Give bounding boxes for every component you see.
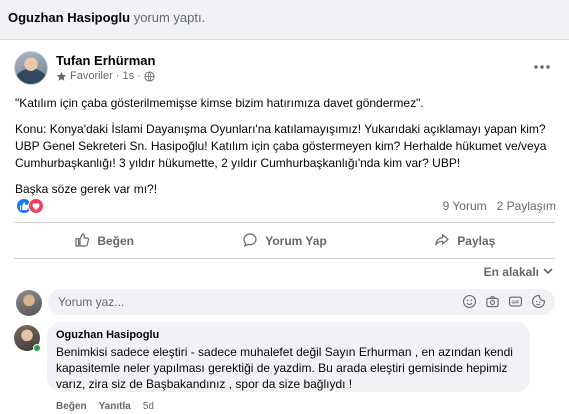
comment-like-link[interactable]: Beğen xyxy=(56,401,87,412)
post-card: Tufan Erhürman Favoriler · 1s · "Katılım… xyxy=(0,39,569,414)
post-actions: Beğen Yorum Yap Paylaş xyxy=(14,226,555,256)
share-label: Paylaş xyxy=(457,234,496,248)
comment-input[interactable] xyxy=(58,289,438,315)
like-label: Beğen xyxy=(97,234,134,248)
post-body: "Katılım için çaba gösterilmemişse kimse… xyxy=(15,95,560,207)
meta-separator: · xyxy=(137,70,141,82)
thumbs-up-icon xyxy=(74,232,90,251)
more-options-button[interactable] xyxy=(530,55,554,75)
more-horizontal-icon xyxy=(534,56,550,74)
comment-text: Benimkisi sadece eleştiri - sadece muhal… xyxy=(56,345,513,391)
emoji-icon[interactable] xyxy=(461,293,478,310)
reaction-summary[interactable] xyxy=(16,198,44,214)
post-paragraph: Başka söze gerek var mı?! xyxy=(15,182,158,196)
sort-label: En alakalı xyxy=(483,265,539,279)
star-icon xyxy=(56,71,67,82)
sticker-icon[interactable] xyxy=(530,293,547,310)
comment-label: Yorum Yap xyxy=(265,234,327,248)
post-meta: Favoriler · 1s · xyxy=(56,70,155,82)
divider xyxy=(14,258,555,259)
gif-icon[interactable]: GIF xyxy=(507,293,524,310)
comment-composer: GIF xyxy=(48,289,555,315)
post-paragraph: Konu: Konya'daki İslami Dayanışma Oyunla… xyxy=(15,122,547,170)
viewer-avatar[interactable] xyxy=(16,290,42,316)
share-button[interactable]: Paylaş xyxy=(375,226,555,256)
notice-name[interactable]: Oguzhan Hasipoglu xyxy=(8,10,130,25)
comment-button[interactable]: Yorum Yap xyxy=(194,226,374,256)
shares-count[interactable]: 2 Paylaşım xyxy=(497,199,556,213)
like-button[interactable]: Beğen xyxy=(14,226,194,256)
chevron-down-icon xyxy=(543,265,553,279)
activity-notice: Oguzhan Hasipoglu yorum yaptı. xyxy=(8,10,205,25)
love-reaction-icon xyxy=(28,198,44,214)
comment-actions: Beğen Yanıtla 5d xyxy=(56,401,154,412)
comment-reply-link[interactable]: Yanıtla xyxy=(99,401,131,412)
svg-text:GIF: GIF xyxy=(512,300,520,305)
online-status-dot xyxy=(33,344,41,352)
globe-icon xyxy=(144,70,155,82)
comment-author[interactable]: Oguzhan Hasipoglu xyxy=(56,329,518,341)
comment-sort-dropdown[interactable]: En alakalı xyxy=(484,265,553,279)
comment-bubble: Oguzhan Hasipoglu Benimkisi sadece eleşt… xyxy=(47,322,530,392)
post-header: Tufan Erhürman Favoriler · 1s · xyxy=(14,51,554,87)
comments-count[interactable]: 9 Yorum xyxy=(443,199,487,213)
camera-icon[interactable] xyxy=(484,293,501,310)
share-icon xyxy=(434,232,450,251)
comment-time[interactable]: 5d xyxy=(143,401,154,412)
composer-tools: GIF xyxy=(461,293,547,310)
engagement-counts: 9 Yorum 2 Paylaşım xyxy=(443,199,556,213)
author-avatar[interactable] xyxy=(14,51,48,85)
comment-icon xyxy=(242,232,258,251)
post-audience[interactable]: Favoriler xyxy=(70,70,113,82)
divider xyxy=(14,222,555,223)
post-paragraph: "Katılım için çaba gösterilmemişse kimse… xyxy=(15,96,424,110)
post-time[interactable]: 1s xyxy=(122,70,134,82)
meta-separator: · xyxy=(115,70,120,82)
reactions-bar: 9 Yorum 2 Paylaşım xyxy=(16,198,556,216)
post-author[interactable]: Tufan Erhürman xyxy=(56,53,155,68)
notice-text: yorum yaptı. xyxy=(133,10,206,25)
